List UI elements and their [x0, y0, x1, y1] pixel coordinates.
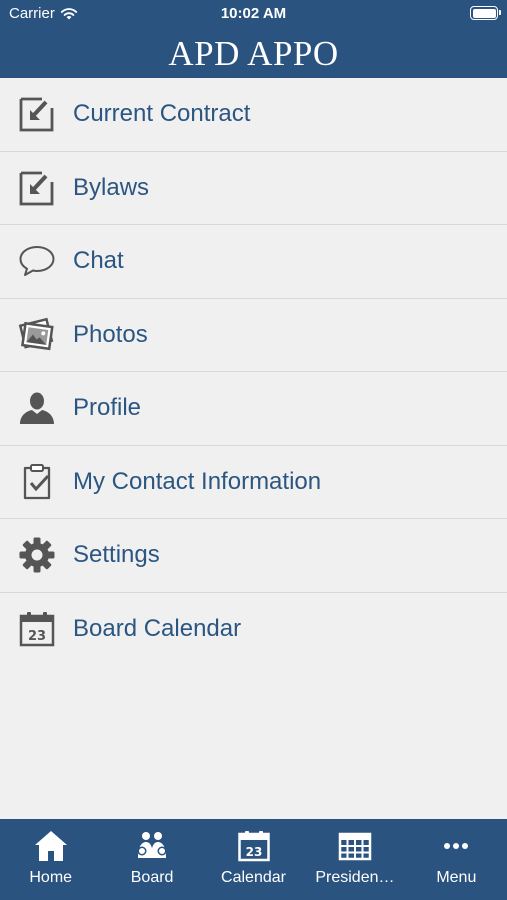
menu-item-label: Photos — [73, 320, 148, 348]
menu-item-label: Chat — [73, 247, 124, 275]
tab-label: Board — [130, 869, 174, 886]
home-icon — [34, 831, 67, 861]
menu-item-profile[interactable]: Profile — [0, 372, 507, 446]
tab-label: Calendar — [221, 869, 286, 886]
tab-board[interactable]: Board — [101, 819, 202, 900]
person-icon — [17, 388, 57, 428]
tab-label: Menu — [436, 869, 477, 886]
calendar-icon: 23 — [237, 831, 270, 862]
calendar-icon: 23 — [17, 609, 57, 649]
menu-item-label: My Contact Information — [73, 467, 322, 495]
document-arrow-icon — [17, 94, 57, 134]
menu-item-photos[interactable]: Photos — [0, 299, 507, 372]
tab-calendar[interactable]: 23 Calendar — [203, 819, 304, 900]
status-bar: Carrier 10:02 AM — [0, 0, 507, 28]
menu-item-label: Profile — [73, 394, 142, 422]
tab-home[interactable]: Home — [0, 819, 101, 900]
tab-presidents[interactable]: Presiden… — [304, 819, 405, 900]
menu-item-label: Settings — [73, 541, 160, 569]
menu-item-my-contact-information[interactable]: My Contact Information — [0, 446, 507, 519]
board-people-icon — [137, 832, 167, 858]
table-icon — [338, 832, 372, 861]
menu-item-label: Board Calendar — [73, 614, 242, 642]
speech-bubble-icon — [17, 241, 57, 281]
menu-item-settings[interactable]: Settings — [0, 519, 507, 593]
menu-item-label: Bylaws — [73, 173, 150, 201]
menu-item-label: Current Contract — [73, 100, 251, 128]
menu-item-board-calendar[interactable]: 23 Board Calendar — [0, 593, 507, 666]
menu-list: Current Contract Bylaws Chat Photos Prof… — [0, 78, 507, 665]
tab-menu[interactable]: Menu — [406, 819, 507, 900]
calendar-day: 23 — [245, 845, 262, 859]
tab-bar: Home Board 23 Calendar Presiden… Menu — [0, 819, 507, 900]
menu-item-bylaws[interactable]: Bylaws — [0, 152, 507, 225]
menu-item-chat[interactable]: Chat — [0, 225, 507, 299]
clock: 10:02 AM — [220, 5, 287, 22]
clipboard-check-icon — [17, 462, 57, 502]
tab-label: Home — [29, 869, 73, 886]
header: Carrier 10:02 AM APD APPO — [0, 0, 507, 78]
calendar-day: 23 — [28, 629, 46, 644]
document-arrow-icon — [17, 168, 57, 208]
photos-icon — [17, 315, 57, 355]
menu-item-current-contract[interactable]: Current Contract — [0, 78, 507, 152]
app-title: APD APPO — [168, 34, 339, 73]
gear-icon — [17, 535, 57, 575]
more-dots-icon — [444, 843, 469, 849]
tab-label: Presiden… — [315, 869, 395, 886]
battery-icon — [470, 6, 501, 20]
